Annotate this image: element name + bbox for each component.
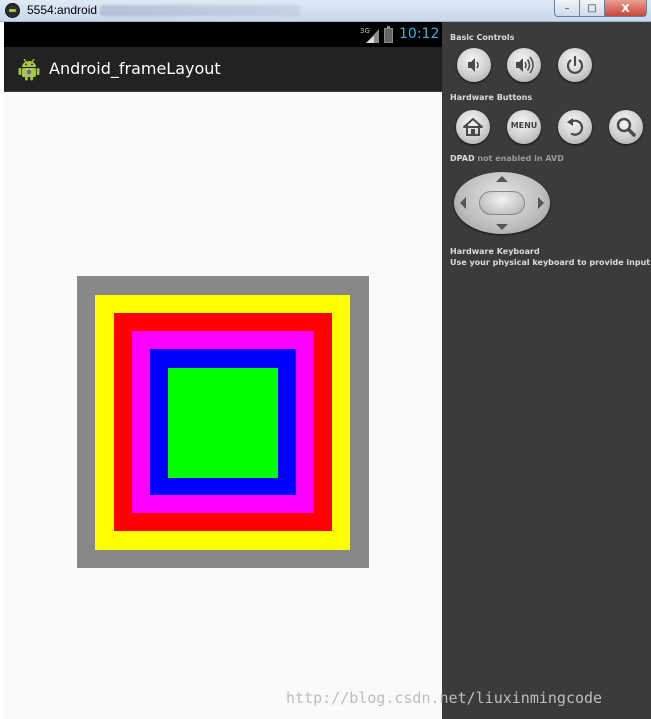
emulator-controls-panel: Basic Controls Hardware Buttons MENU DPA… (442, 22, 651, 719)
action-bar: Android_frameLayout (4, 47, 442, 92)
android-robot-icon (18, 58, 40, 81)
dpad-label: DPAD not enabled in AVD (450, 154, 564, 163)
back-button[interactable] (558, 110, 592, 144)
window-title: 5554:android (27, 3, 98, 17)
device-screen: 3G 10:12 Android_frameLayout (4, 22, 442, 719)
dpad[interactable] (454, 172, 550, 234)
window-title-bar: 5554:android – □ X (0, 0, 651, 22)
signal-icon: 3G (360, 27, 379, 43)
blurred-title-text (100, 5, 300, 16)
close-button[interactable]: X (605, 0, 647, 17)
power-button[interactable] (558, 48, 592, 82)
hardware-buttons-label: Hardware Buttons (450, 93, 533, 102)
search-button[interactable] (609, 110, 643, 144)
dpad-status: not enabled in AVD (477, 154, 564, 163)
volume-down-icon (468, 58, 479, 72)
app-title: Android_frameLayout (49, 59, 221, 78)
home-icon (463, 118, 483, 136)
menu-button[interactable]: MENU (507, 110, 541, 144)
back-icon (567, 118, 584, 136)
frame-layout-content (4, 92, 442, 719)
hardware-keyboard-label: Hardware Keyboard (450, 247, 540, 256)
emulator-app-icon (5, 3, 20, 18)
power-icon (566, 55, 584, 74)
search-icon (616, 117, 636, 137)
battery-icon (384, 26, 393, 43)
maximize-button[interactable]: □ (580, 0, 605, 17)
dpad-label-text: DPAD (450, 154, 475, 163)
volume-up-button[interactable] (507, 48, 541, 82)
hardware-keyboard-desc: Use your physical keyboard to provide in… (450, 258, 651, 267)
menu-icon: MENU (510, 121, 538, 130)
status-bar: 3G 10:12 (4, 22, 442, 47)
watermark-text: http://blog.csdn.net/liuxinmingcode (286, 689, 603, 707)
minimize-button[interactable]: – (554, 0, 580, 17)
basic-controls-label: Basic Controls (450, 33, 515, 42)
status-time: 10:12 (399, 26, 440, 42)
window-buttons: – □ X (554, 0, 647, 18)
volume-up-icon (516, 56, 534, 74)
network-label: 3G (360, 27, 370, 35)
volume-down-button[interactable] (457, 48, 491, 82)
dpad-center-button[interactable] (479, 191, 525, 215)
green-layer (168, 368, 278, 478)
home-button[interactable] (456, 110, 490, 144)
